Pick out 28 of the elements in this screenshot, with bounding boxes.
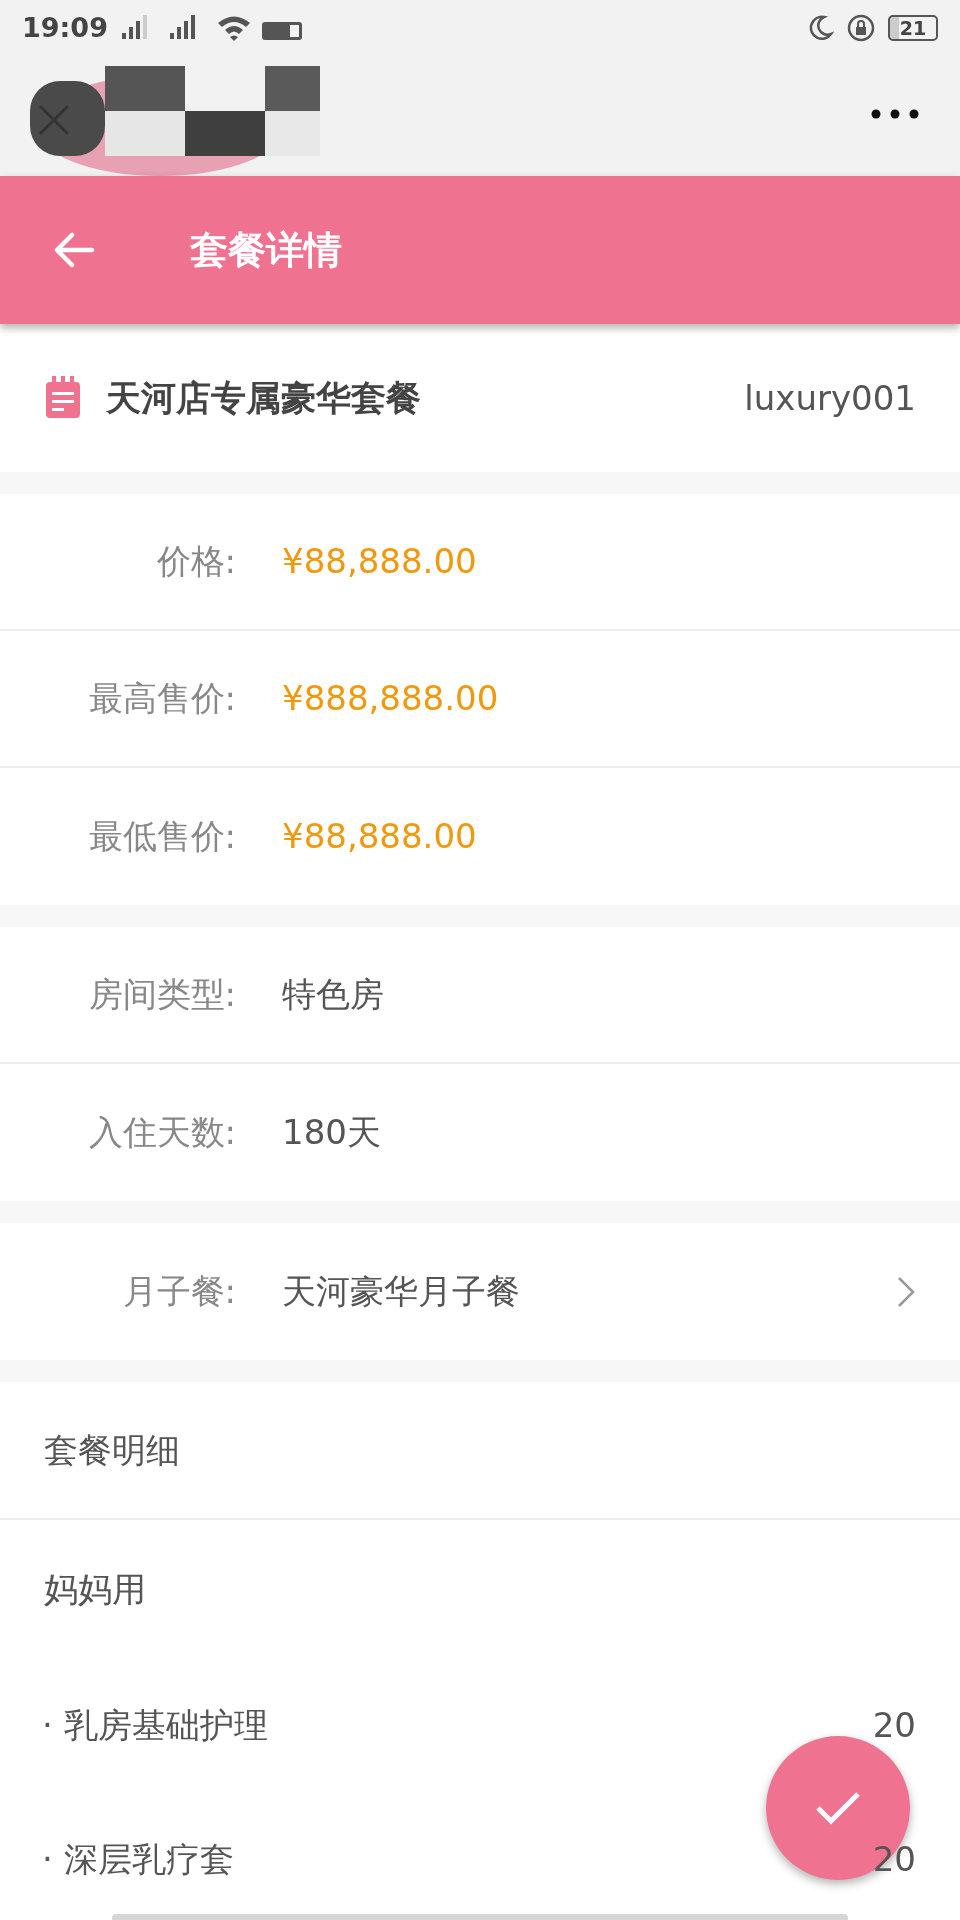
- chevron-right-icon[interactable]: [896, 1274, 916, 1309]
- section-subtitle: 妈妈用: [44, 1567, 146, 1611]
- status-time: 19:09: [22, 10, 108, 45]
- field-value: 天河豪华月子餐: [282, 1270, 520, 1313]
- field-value: ¥88,888.00: [282, 815, 477, 858]
- package-code: luxury001: [744, 376, 916, 420]
- back-icon[interactable]: [52, 230, 96, 270]
- item-name: · 乳房基础护理: [42, 1703, 268, 1747]
- field-label: 房间类型:: [87, 973, 236, 1016]
- section-title: 套餐明细: [44, 1428, 180, 1472]
- page-title: 套餐详情: [190, 226, 342, 274]
- field-value: 180天: [282, 1111, 381, 1154]
- notepad-icon: [44, 376, 82, 420]
- item-name: · 深层乳疗套: [42, 1837, 234, 1881]
- field-value: ¥888,888.00: [282, 677, 499, 720]
- field-label: 最低售价:: [87, 815, 236, 858]
- field-value: 特色房: [282, 973, 384, 1016]
- field-label: 入住天数:: [87, 1111, 236, 1154]
- field-label: 月子餐:: [121, 1270, 236, 1313]
- package-name: 天河店专属豪华套餐: [106, 376, 421, 420]
- lock-rotation-icon: [846, 13, 876, 43]
- field-label: 最高售价:: [87, 677, 236, 720]
- item-quantity: 20: [872, 1703, 916, 1747]
- field-value: ¥88,888.00: [282, 540, 477, 583]
- check-icon: [814, 1790, 862, 1826]
- more-icon[interactable]: [870, 108, 920, 120]
- field-label: 价格:: [155, 540, 236, 583]
- battery-indicator: 21: [888, 15, 938, 41]
